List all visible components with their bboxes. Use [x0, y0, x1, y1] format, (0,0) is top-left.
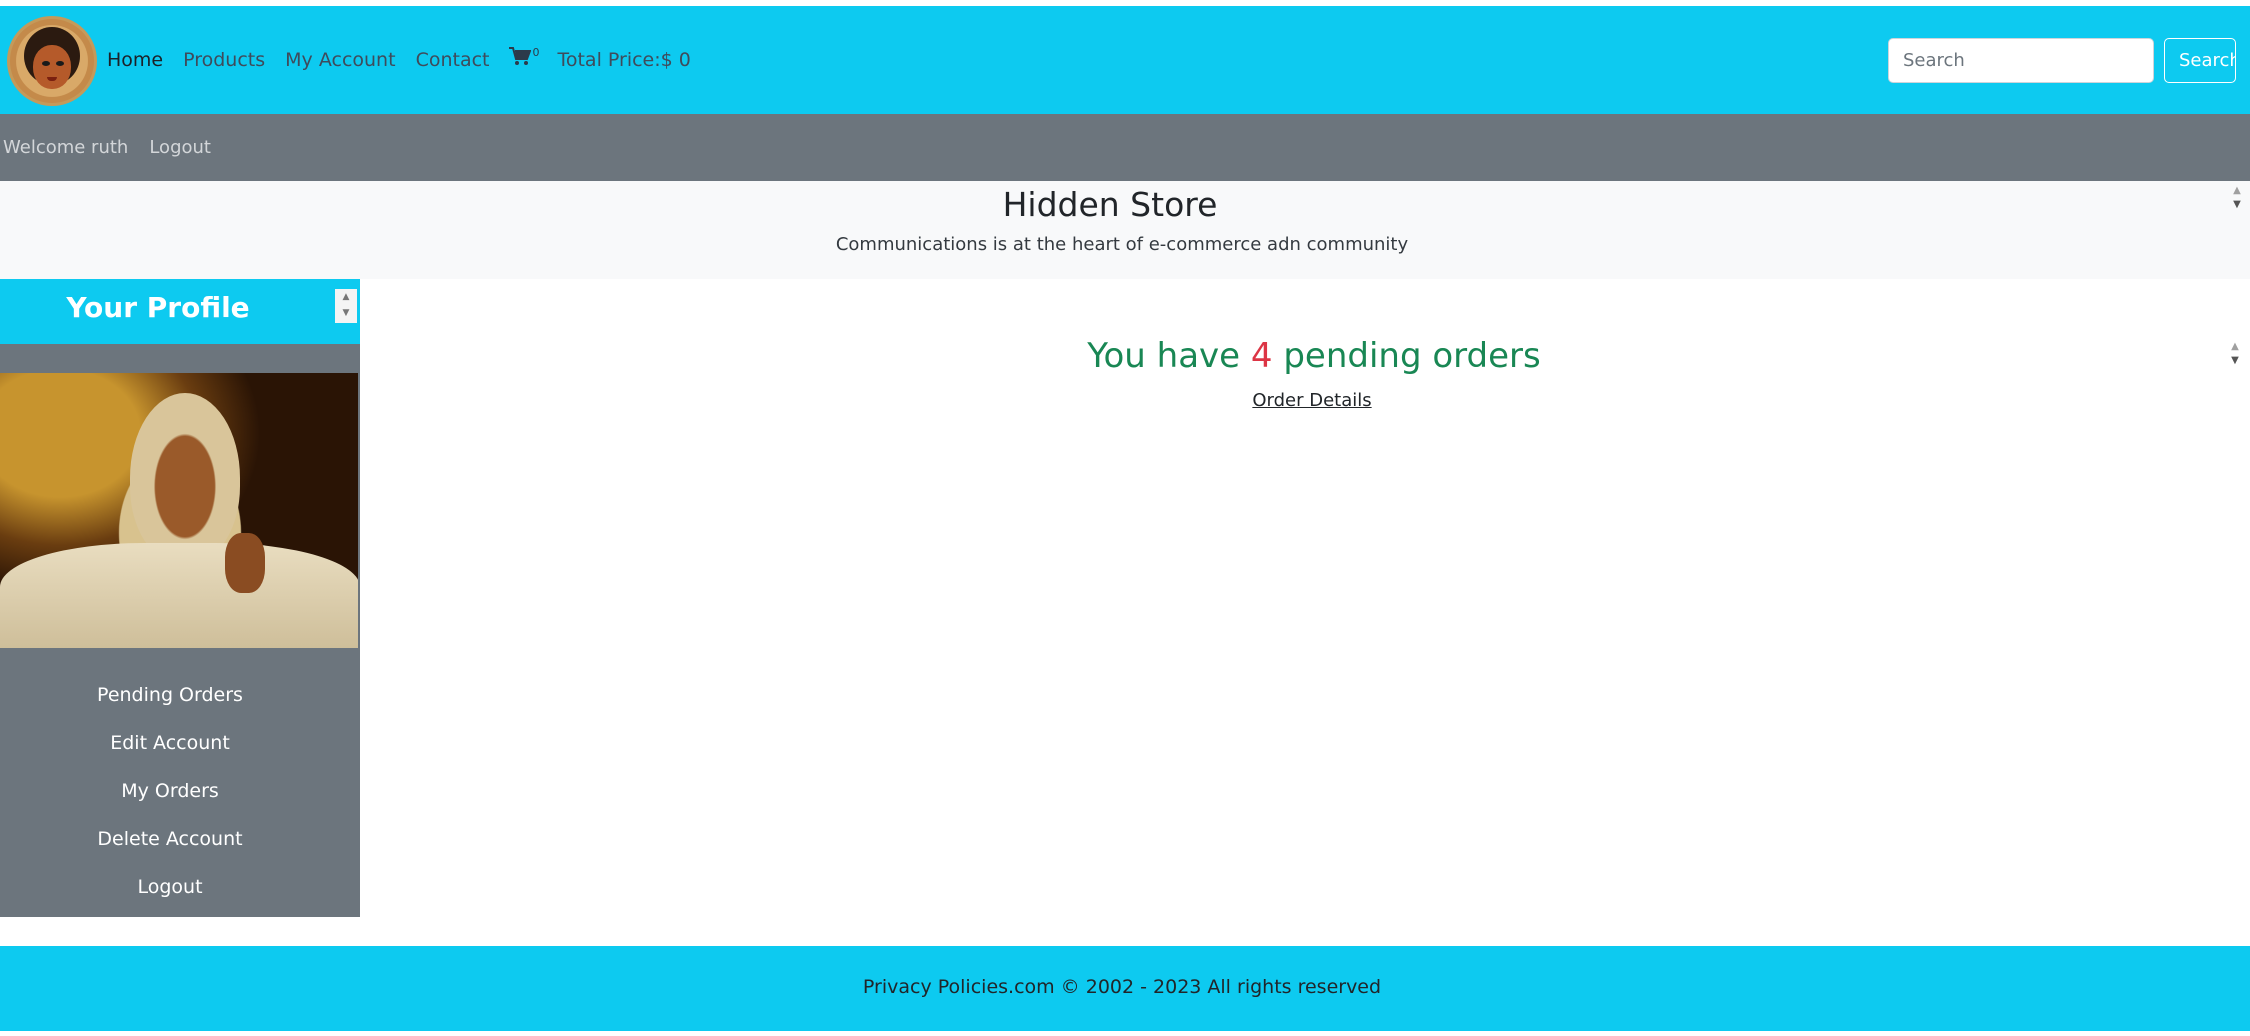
- welcome-text: Welcome ruth: [3, 137, 129, 158]
- pending-count: 4: [1250, 336, 1273, 376]
- store-header: Hidden Store Communications is at the he…: [0, 181, 2250, 279]
- nav-contact[interactable]: Contact: [406, 49, 500, 71]
- profile-scroll-arrows[interactable]: ▲ ▼: [335, 289, 357, 323]
- nav-my-account[interactable]: My Account: [275, 49, 405, 71]
- logout-link[interactable]: Logout: [146, 137, 211, 158]
- nav-products[interactable]: Products: [173, 49, 275, 71]
- pending-suffix: pending orders: [1272, 336, 1541, 376]
- scroll-up-icon[interactable]: ▲: [343, 289, 350, 305]
- page-subtitle: Communications is at the heart of e-comm…: [835, 234, 1409, 255]
- cart-icon: [509, 47, 532, 65]
- profile-sidebar: Your Profile ▲ ▼ Pending Orders Edit Acc…: [0, 279, 360, 917]
- scroll-down-icon[interactable]: ▼: [343, 305, 350, 321]
- nav-links: Home Products My Account Contact 0 Total…: [107, 6, 691, 114]
- profile-photo: [0, 373, 358, 648]
- menu-delete-account[interactable]: Delete Account: [0, 815, 340, 863]
- profile-title: Your Profile: [66, 291, 250, 324]
- scroll-down-icon[interactable]: ▼: [2231, 354, 2239, 368]
- scroll-up-icon[interactable]: ▲: [2233, 184, 2241, 198]
- order-details-link[interactable]: Order Details: [362, 390, 2250, 411]
- welcome-bar: Welcome ruth Logout: [0, 114, 2250, 181]
- menu-pending-orders[interactable]: Pending Orders: [0, 671, 340, 719]
- scroll-down-icon[interactable]: ▼: [2233, 198, 2241, 212]
- profile-menu: Pending Orders Edit Account My Orders De…: [0, 671, 340, 911]
- header-scroll-arrows[interactable]: ▲ ▼: [2228, 184, 2246, 212]
- footer-copyright: Privacy Policies.com © 2002 - 2023 All r…: [862, 976, 1382, 998]
- pending-prefix: You have: [1087, 336, 1251, 376]
- main-scroll-arrows[interactable]: ▲ ▼: [2226, 340, 2244, 368]
- menu-edit-account[interactable]: Edit Account: [0, 719, 340, 767]
- total-price: Total Price:$ 0: [557, 49, 691, 71]
- footer: Privacy Policies.com © 2002 - 2023 All r…: [0, 946, 2250, 1031]
- scroll-up-icon[interactable]: ▲: [2231, 340, 2239, 354]
- nav-home[interactable]: Home: [107, 49, 173, 71]
- search-button[interactable]: Search: [2164, 38, 2236, 83]
- profile-header: Your Profile ▲ ▼: [0, 279, 360, 344]
- cart-link[interactable]: 0: [499, 46, 549, 66]
- pending-orders-message: You have 4 pending orders: [362, 336, 2250, 376]
- menu-my-orders[interactable]: My Orders: [0, 767, 340, 815]
- search-input[interactable]: [1888, 38, 2154, 83]
- store-logo[interactable]: [7, 16, 97, 106]
- search-form: Search: [1888, 38, 2236, 83]
- menu-logout[interactable]: Logout: [0, 863, 340, 911]
- page-title: Hidden Store: [1002, 185, 1218, 224]
- navbar: Home Products My Account Contact 0 Total…: [0, 6, 2250, 114]
- cart-count: 0: [532, 46, 540, 59]
